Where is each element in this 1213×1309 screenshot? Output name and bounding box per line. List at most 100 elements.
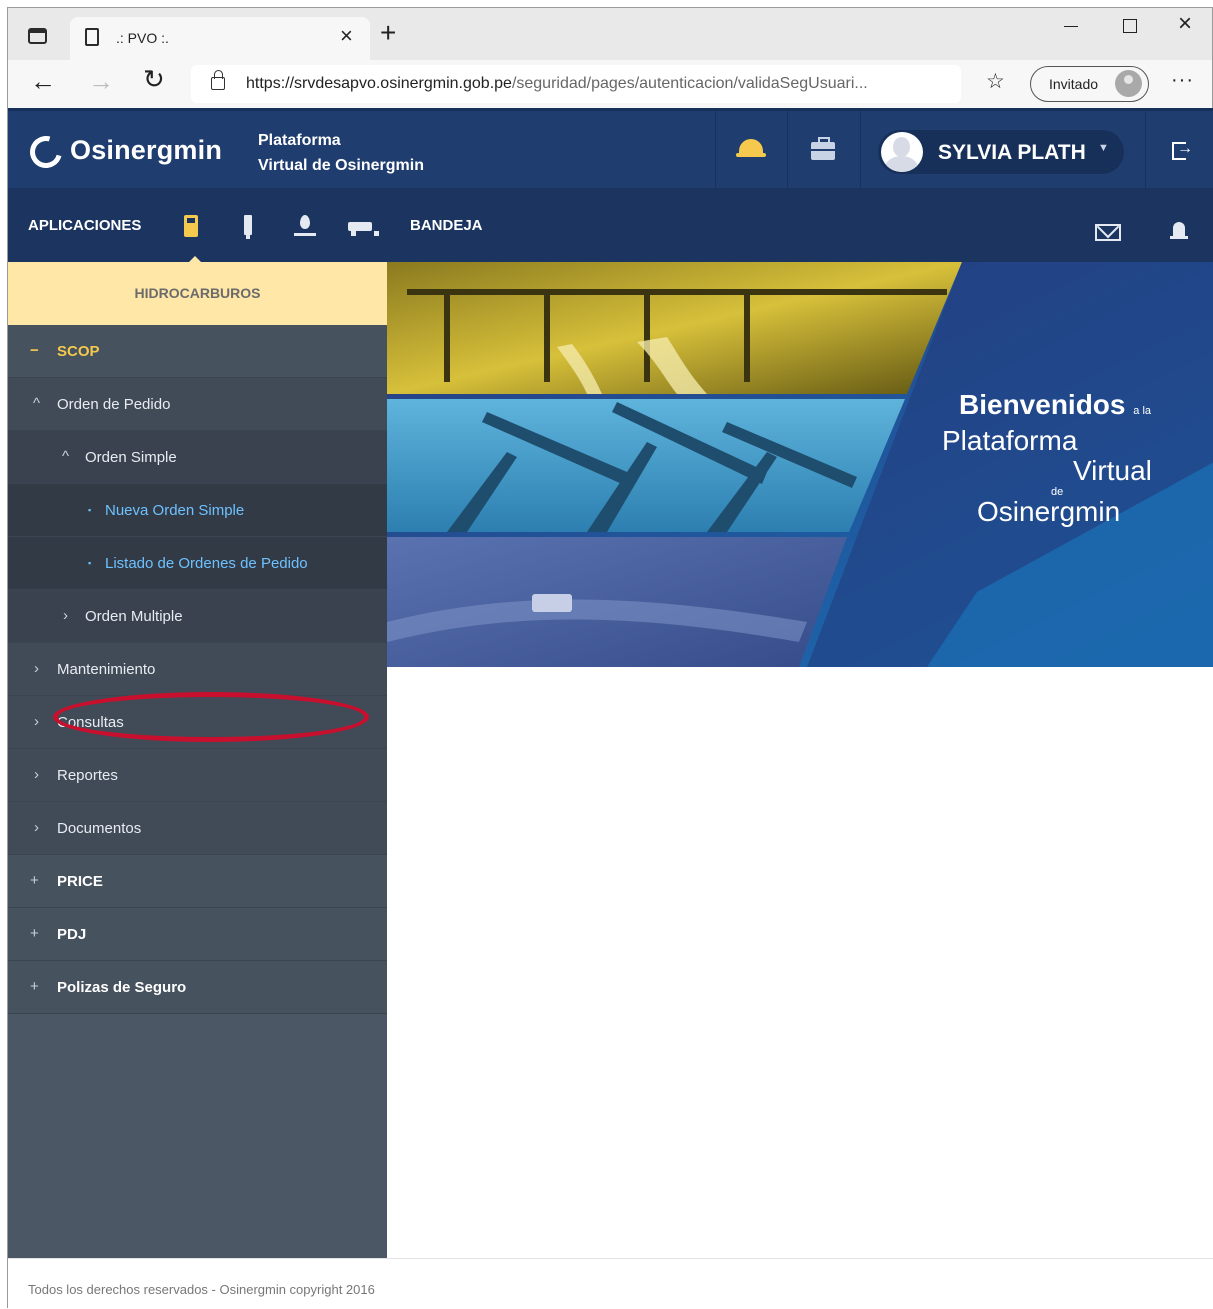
- banner-word-plataforma: Plataforma: [942, 425, 1078, 456]
- sidebar-section-hidrocarburos[interactable]: HIDROCARBUROS: [8, 262, 387, 325]
- url-text[interactable]: https://srvdesapvo.osinergmin.gob.pe/seg…: [246, 75, 868, 93]
- mining-truck: [532, 594, 572, 612]
- app-header: Osinergmin Plataforma Virtual de Osinerg…: [8, 108, 1213, 188]
- user-name: SYLVIA PLATH: [938, 141, 1086, 164]
- tab-actions-icon[interactable]: [28, 28, 47, 44]
- tab-close-icon[interactable]: ×: [340, 25, 353, 47]
- bullet-icon: ▪: [88, 505, 92, 515]
- minimize-icon[interactable]: [1064, 26, 1078, 27]
- lock-icon[interactable]: [211, 70, 225, 90]
- profile-button[interactable]: Invitado: [1030, 66, 1149, 102]
- browser-tab[interactable]: .: PVO :. ×: [70, 17, 370, 60]
- new-tab-icon[interactable]: +: [380, 19, 396, 47]
- banner-word-osinergmin: Osinergmin: [977, 496, 1121, 527]
- reload-icon[interactable]: ↻: [143, 66, 165, 92]
- sidebar-item-label: Polizas de Seguro: [57, 979, 187, 996]
- mining-icon[interactable]: [348, 214, 379, 236]
- platform-line2: Virtual de Osinergmin: [258, 157, 424, 174]
- sidebar-item-documentos[interactable]: › Documentos: [8, 802, 387, 855]
- sidebar: HIDROCARBUROS − SCOP ^ Orden de Pedido ^…: [8, 262, 387, 1258]
- sidebar-item-label: Mantenimiento: [57, 661, 156, 678]
- bell-icon[interactable]: [1170, 220, 1188, 240]
- sidebar-item-nueva-orden-simple[interactable]: ▪ Nueva Orden Simple: [8, 484, 387, 537]
- chevron-right-icon: ›: [34, 713, 39, 730]
- sidebar-item-orden-simple[interactable]: ^ Orden Simple: [8, 431, 387, 484]
- helmet-icon[interactable]: [736, 139, 766, 157]
- sidebar-item-label: Nueva Orden Simple: [105, 502, 245, 519]
- divider: [1145, 111, 1146, 188]
- browser-window: .: PVO :. × + × ← → ↻ https://srvdesapvo…: [7, 7, 1213, 1309]
- sidebar-item-label: Orden de Pedido: [57, 396, 171, 413]
- more-options-icon[interactable]: ···: [1171, 70, 1194, 90]
- sidebar-item-label: Orden Simple: [85, 449, 177, 466]
- bandeja-link[interactable]: BANDEJA: [410, 217, 483, 234]
- window-close-icon[interactable]: ×: [1178, 12, 1192, 36]
- banner-word-virtual: Virtual: [1073, 455, 1152, 486]
- mail-icon[interactable]: [1095, 224, 1121, 241]
- logo-mark-icon: [24, 130, 68, 174]
- sidebar-item-label: PRICE: [57, 873, 103, 890]
- user-menu[interactable]: SYLVIA PLATH ▼: [878, 130, 1124, 174]
- sidebar-item-scop[interactable]: − SCOP: [8, 325, 387, 378]
- plus-icon: +: [30, 872, 39, 889]
- gas-icon[interactable]: [294, 215, 316, 237]
- fuel-icon[interactable]: [184, 215, 198, 237]
- logout-icon[interactable]: [1172, 140, 1193, 160]
- sidebar-item-label: PDJ: [57, 926, 87, 943]
- app-navbar: APLICACIONES BANDEJA: [8, 188, 1213, 263]
- sidebar-item-label: Reportes: [57, 767, 118, 784]
- favorites-icon[interactable]: ☆: [986, 71, 1005, 92]
- sidebar-item-price[interactable]: + PRICE: [8, 855, 387, 908]
- banner-word-bienvenidos: Bienvenidos: [959, 389, 1126, 420]
- chevron-up-icon: ^: [33, 395, 41, 412]
- minus-icon: −: [30, 342, 39, 359]
- chevron-up-icon: ^: [62, 448, 70, 465]
- plus-icon: +: [30, 978, 39, 995]
- applications-label[interactable]: APLICACIONES: [28, 217, 141, 234]
- sidebar-item-mantenimiento[interactable]: › Mantenimiento: [8, 643, 387, 696]
- tab-title: .: PVO :.: [116, 30, 169, 46]
- address-bar: ← → ↻ https://srvdesapvo.osinergmin.gob.…: [8, 60, 1212, 108]
- chevron-right-icon: ›: [34, 766, 39, 783]
- main-content: [387, 667, 1213, 1258]
- chevron-right-icon: ›: [34, 819, 39, 836]
- copyright-text: Todos los derechos reservados - Osinergm…: [28, 1282, 375, 1297]
- platform-line1: Plataforma: [258, 132, 341, 149]
- highlight-annotation: [53, 692, 369, 742]
- section-title: HIDROCARBUROS: [134, 285, 261, 301]
- footer: Todos los derechos reservados - Osinergm…: [8, 1258, 1213, 1309]
- sidebar-item-label: SCOP: [57, 343, 100, 360]
- back-icon[interactable]: ←: [30, 68, 56, 94]
- avatar: [881, 132, 923, 172]
- app: Osinergmin Plataforma Virtual de Osinerg…: [8, 108, 1213, 1309]
- platform-title: Plataforma Virtual de Osinergmin: [258, 128, 424, 178]
- briefcase-icon[interactable]: [811, 137, 835, 160]
- bullet-icon: ▪: [88, 558, 92, 568]
- chevron-right-icon: ›: [63, 607, 68, 624]
- sidebar-item-listado-ordenes[interactable]: ▪ Listado de Ordenes de Pedido: [8, 537, 387, 590]
- welcome-banner: Bienvenidos a la Plataforma Virtual de O…: [387, 262, 1213, 667]
- divider: [860, 111, 861, 188]
- sidebar-item-label: Orden Multiple: [85, 608, 183, 625]
- maximize-icon[interactable]: [1123, 19, 1137, 33]
- sidebar-item-pdj[interactable]: + PDJ: [8, 908, 387, 961]
- electricity-icon[interactable]: [244, 215, 252, 239]
- divider: [787, 111, 788, 188]
- sidebar-item-polizas-de-seguro[interactable]: + Polizas de Seguro: [8, 961, 387, 1014]
- page-icon: [85, 28, 99, 46]
- divider: [715, 111, 716, 188]
- tab-bar: .: PVO :. × + ×: [8, 8, 1212, 60]
- logo-text: Osinergmin: [70, 135, 223, 165]
- caret-down-icon: ▼: [1098, 142, 1109, 154]
- forward-icon[interactable]: →: [88, 68, 114, 94]
- chevron-right-icon: ›: [34, 660, 39, 677]
- profile-label: Invitado: [1049, 76, 1099, 92]
- url-field[interactable]: https://srvdesapvo.osinergmin.gob.pe/seg…: [191, 65, 961, 103]
- sidebar-item-orden-de-pedido[interactable]: ^ Orden de Pedido: [8, 378, 387, 431]
- sidebar-item-orden-multiple[interactable]: › Orden Multiple: [8, 590, 387, 643]
- plus-icon: +: [30, 925, 39, 942]
- sidebar-item-reportes[interactable]: › Reportes: [8, 749, 387, 802]
- banner-word-a-la: a la: [1133, 405, 1152, 417]
- profile-avatar-icon: [1115, 70, 1142, 97]
- sidebar-item-label: Documentos: [57, 820, 142, 837]
